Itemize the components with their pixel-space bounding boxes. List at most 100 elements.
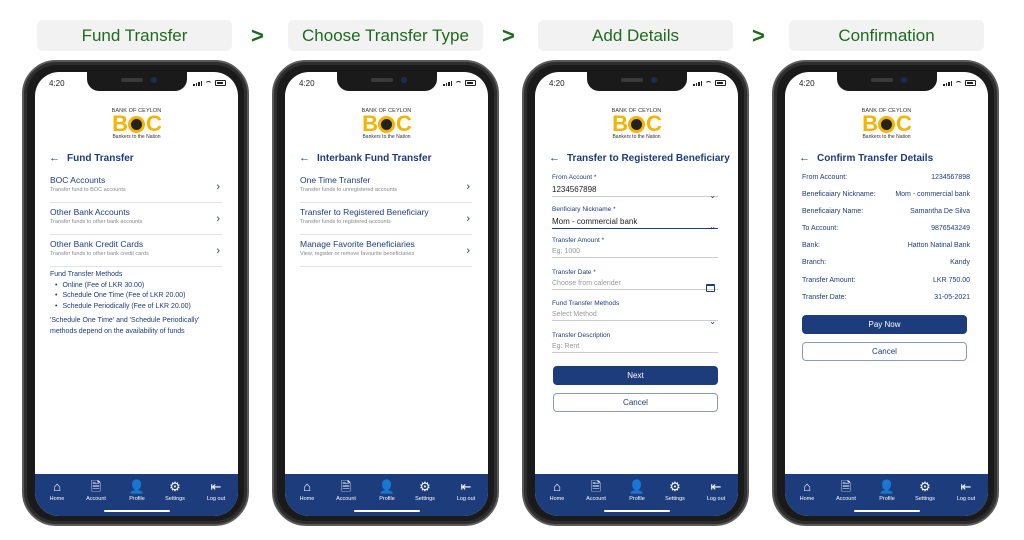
cancel-button[interactable]: Cancel: [553, 393, 718, 412]
list-item-manage-favorites[interactable]: Manage Favorite Beneficiaries View, regi…: [300, 235, 472, 267]
tab-settings[interactable]: ⚙ Settings: [907, 479, 943, 502]
detail-value: Kandy: [950, 259, 970, 267]
transfer-date-input[interactable]: Choose from calender: [552, 280, 718, 290]
tab-profile[interactable]: 👤 Profile: [619, 479, 655, 502]
tab-logout[interactable]: ⇤ Log out: [198, 479, 234, 502]
detail-value: LKR 750.00: [933, 276, 970, 284]
list-item-registered-beneficiary[interactable]: Transfer to Registered Beneficiary Trans…: [300, 203, 472, 235]
tab-label: Home: [49, 496, 65, 502]
logo-letter: B: [112, 111, 128, 136]
status-time: 4:20: [799, 79, 815, 88]
tab-account[interactable]: 🗎 Account: [78, 479, 114, 502]
detail-row: Transfer Amount: LKR 750.00: [802, 277, 970, 294]
bottom-tab-bar: ⌂ Home 🗎 Account 👤 Profile ⚙ Settings ⇤ Log o…: [35, 474, 238, 516]
pay-now-button[interactable]: Pay Now: [802, 315, 967, 334]
list-item-title: One Time Transfer: [300, 175, 371, 185]
transfer-description-field[interactable]: Transfer Description Eg: Rent: [552, 330, 718, 362]
list-item-other-bank-credit-cards[interactable]: Other Bank Credit Cards Transfer funds t…: [50, 235, 222, 267]
home-indicator[interactable]: [353, 509, 420, 512]
method-select[interactable]: Select Method: [552, 311, 718, 321]
back-arrow-icon[interactable]: ←: [799, 152, 810, 164]
tab-label: Log out: [456, 496, 476, 502]
home-indicator[interactable]: [603, 509, 670, 512]
transfer-type-list: One Time Transfer Transfer funds to unre…: [300, 171, 472, 267]
back-arrow-icon[interactable]: ←: [299, 152, 310, 164]
fund-transfer-method-field[interactable]: Fund Transfer Methods Select Method ⌄: [552, 298, 718, 330]
tab-profile[interactable]: 👤 Profile: [119, 479, 155, 502]
tab-label: Account: [86, 496, 106, 502]
home-indicator[interactable]: [103, 509, 170, 512]
logo-letter: B: [612, 111, 628, 136]
tab-label: Profile: [879, 496, 895, 502]
tab-profile[interactable]: 👤 Profile: [369, 479, 405, 502]
detail-label: Transfer Amount:: [802, 276, 856, 284]
detail-label: Transfer Date:: [802, 293, 847, 301]
chevron-right-icon: ›: [216, 245, 220, 257]
tab-home[interactable]: ⌂ Home: [289, 479, 325, 502]
logo-letter: B: [362, 111, 378, 136]
back-arrow-icon[interactable]: ←: [549, 152, 560, 164]
tab-profile[interactable]: 👤 Profile: [869, 479, 905, 502]
list-item-title: Other Bank Credit Cards: [50, 239, 144, 249]
chevron-down-icon[interactable]: ⌄: [709, 191, 716, 200]
tab-settings[interactable]: ⚙ Settings: [407, 479, 443, 502]
tab-label: Profile: [629, 496, 645, 502]
tab-home[interactable]: ⌂ Home: [539, 479, 575, 502]
notch: [336, 72, 437, 91]
fund-transfer-methods-info: Fund Transfer Methods Online (Fee of LKR…: [50, 270, 225, 337]
next-button[interactable]: Next: [553, 366, 718, 385]
cancel-button[interactable]: Cancel: [802, 342, 967, 361]
tab-account[interactable]: 🗎 Account: [578, 479, 614, 502]
methods-heading: Fund Transfer Methods: [50, 271, 123, 278]
screen: 4:20 BANK OF CEYLON BC Bankers to the Na…: [535, 72, 738, 516]
tab-settings[interactable]: ⚙ Settings: [157, 479, 193, 502]
transfer-amount-field[interactable]: Transfer Amount * Eg: 1000: [552, 235, 718, 267]
chevron-down-icon[interactable]: ⌄: [709, 222, 716, 231]
tab-account[interactable]: 🗎 Account: [328, 479, 364, 502]
status-icons: [193, 80, 226, 86]
detail-value: Mom - commercial bank: [895, 191, 970, 199]
beneficiary-nickname-field[interactable]: Benficiary Nickname * Mom - commercial b…: [552, 204, 718, 236]
chevron-down-icon[interactable]: ⌄: [709, 317, 716, 326]
page-header: ← Confirm Transfer Details: [799, 152, 933, 164]
tab-settings[interactable]: ⚙ Settings: [657, 479, 693, 502]
calendar-icon[interactable]: [706, 284, 715, 292]
chevron-right-icon: ›: [466, 245, 470, 257]
transfer-date-field[interactable]: Transfer Date * Choose from calender: [552, 267, 718, 299]
detail-label: To Account:: [802, 225, 839, 233]
page-title: Fund Transfer: [67, 152, 134, 164]
tab-label: Log out: [706, 496, 726, 502]
account-statement-icon: 🗎: [590, 479, 602, 494]
logo-letter: C: [396, 111, 412, 136]
account-statement-icon: 🗎: [90, 479, 102, 494]
transfer-description-input[interactable]: Eg: Rent: [552, 343, 718, 353]
tab-account[interactable]: 🗎 Account: [828, 479, 864, 502]
wifi-icon: [955, 81, 962, 86]
from-account-field[interactable]: From Account * 1234567898 ⌄: [552, 172, 718, 204]
signal-icon: [193, 81, 202, 86]
field-value[interactable]: Mom - commercial bank: [552, 217, 718, 229]
list-item-boc-accounts[interactable]: BOC Accounts Transfer fund to BOC accoun…: [50, 171, 222, 203]
field-value[interactable]: 1234567898: [552, 185, 718, 197]
tab-home[interactable]: ⌂ Home: [39, 479, 75, 502]
screen: 4:20 BANK OF CEYLON BC Bankers to the Na…: [785, 72, 988, 516]
logo-emblem-icon: [628, 116, 645, 133]
detail-row: Transfer Date: 31-05-2021: [802, 294, 970, 311]
tab-logout[interactable]: ⇤ Log out: [698, 479, 734, 502]
home-indicator[interactable]: [853, 509, 920, 512]
transfer-amount-input[interactable]: Eg: 1000: [552, 248, 718, 258]
step-fund-transfer: Fund Transfer: [37, 20, 232, 51]
tab-logout[interactable]: ⇤ Log out: [948, 479, 984, 502]
phone-add-details: 4:20 BANK OF CEYLON BC Bankers to the Na…: [522, 60, 749, 526]
list-item-one-time-transfer[interactable]: One Time Transfer Transfer funds to unre…: [300, 171, 472, 203]
tab-home[interactable]: ⌂ Home: [789, 479, 825, 502]
phone-confirmation: 4:20 BANK OF CEYLON BC Bankers to the Na…: [772, 60, 999, 526]
step-arrow: >: [251, 23, 264, 48]
list-item-subtitle: View, register or remove favourite benef…: [300, 251, 415, 257]
gear-icon: ⚙: [169, 479, 181, 494]
tab-logout[interactable]: ⇤ Log out: [448, 479, 484, 502]
list-item-other-bank-accounts[interactable]: Other Bank Accounts Transfer funds to ot…: [50, 203, 222, 235]
battery-icon: [965, 80, 976, 86]
back-arrow-icon[interactable]: ←: [49, 152, 60, 164]
tab-label: Home: [799, 496, 815, 502]
